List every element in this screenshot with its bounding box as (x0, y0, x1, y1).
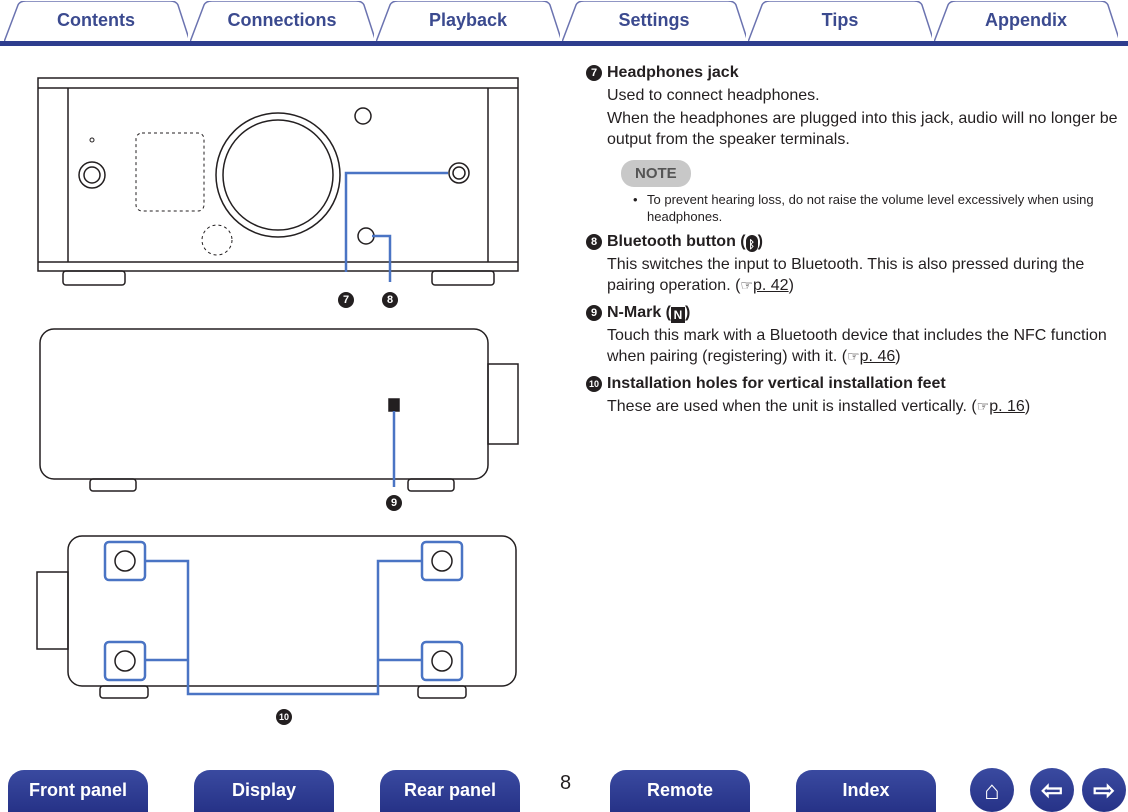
paren: ) (895, 348, 901, 365)
callout-10: 10 (276, 709, 292, 725)
tab-playback[interactable]: Playback (376, 1, 560, 42)
item-text: These are used when the unit is installe… (607, 398, 977, 415)
item-title-end: ) (685, 304, 691, 321)
rear-panel-button[interactable]: Rear panel (380, 770, 520, 812)
paren: ) (788, 277, 794, 294)
item-title: Bluetooth button ( (607, 233, 746, 250)
item-number: 9 (586, 304, 602, 321)
tab-label: Playback (428, 10, 508, 30)
item-n-mark: 9 N-Mark (N) (586, 302, 1126, 323)
page-link[interactable]: p. 42 (753, 277, 789, 294)
hand-pointer-icon: ☞ (847, 348, 860, 364)
tab-contents[interactable]: Contents (4, 1, 188, 42)
callout-8: 8 (382, 292, 398, 308)
item-text: This switches the input to Bluetooth. Th… (607, 256, 1085, 294)
bluetooth-icon: ᛒ (745, 235, 758, 252)
tab-appendix[interactable]: Appendix (934, 1, 1118, 42)
item-title: Installation holes for vertical installa… (607, 375, 946, 392)
item-number: 10 (586, 375, 602, 392)
arrow-left-icon[interactable]: ⇦ (1030, 768, 1074, 812)
item-title-end: ) (757, 233, 763, 250)
hand-pointer-icon: ☞ (740, 277, 753, 293)
item-headphones-jack: 7 Headphones jack (586, 62, 1126, 83)
item-text: When the headphones are plugged into thi… (607, 110, 1118, 148)
hand-pointer-icon: ☞ (976, 398, 990, 414)
item-installation-holes: 10 Installation holes for vertical instal… (586, 373, 1126, 394)
tab-connections[interactable]: Connections (190, 1, 374, 42)
item-bluetooth-button: 8 Bluetooth button (ᛒ) (586, 231, 1126, 252)
note-badge: NOTE (621, 160, 691, 187)
front-panel-button[interactable]: Front panel (8, 770, 148, 812)
tab-label: Tips (821, 10, 859, 30)
tab-settings[interactable]: Settings (562, 1, 746, 42)
paren: ) (1024, 398, 1031, 415)
tab-tips[interactable]: Tips (748, 1, 932, 42)
item-title: Headphones jack (607, 64, 739, 81)
note-text: To prevent hearing loss, do not raise th… (627, 191, 1126, 225)
page-link[interactable]: p. 16 (989, 398, 1025, 415)
callout-7: 7 (338, 292, 354, 308)
tab-label: Contents (57, 10, 135, 30)
display-button[interactable]: Display (194, 770, 334, 812)
tab-label: Settings (618, 10, 690, 30)
item-text: Used to connect headphones. (607, 87, 820, 104)
side-view (39, 328, 519, 492)
device-illustrations (36, 77, 519, 699)
item-title: N-Mark ( (607, 304, 672, 321)
page-link[interactable]: p. 46 (860, 348, 896, 365)
remote-button[interactable]: Remote (610, 770, 750, 812)
index-button[interactable]: Index (796, 770, 936, 812)
tab-label: Appendix (984, 10, 1067, 30)
arrow-right-icon[interactable]: ⇨ (1082, 768, 1126, 812)
page-number: 8 (560, 772, 572, 794)
tab-label: Connections (227, 10, 337, 30)
n-mark-icon: N (671, 307, 686, 323)
item-number: 8 (586, 233, 602, 250)
item-number: 7 (586, 64, 602, 81)
tab-bar: Contents Connections Playback Settings T… (0, 0, 1128, 46)
bottom-view (36, 535, 517, 699)
descriptions: 7 Headphones jack Used to connect headpho… (586, 62, 1126, 417)
home-icon[interactable]: ⌂ (970, 768, 1014, 812)
callout-9: 9 (386, 495, 402, 511)
tab-underline (0, 41, 1128, 46)
front-view (37, 77, 519, 286)
